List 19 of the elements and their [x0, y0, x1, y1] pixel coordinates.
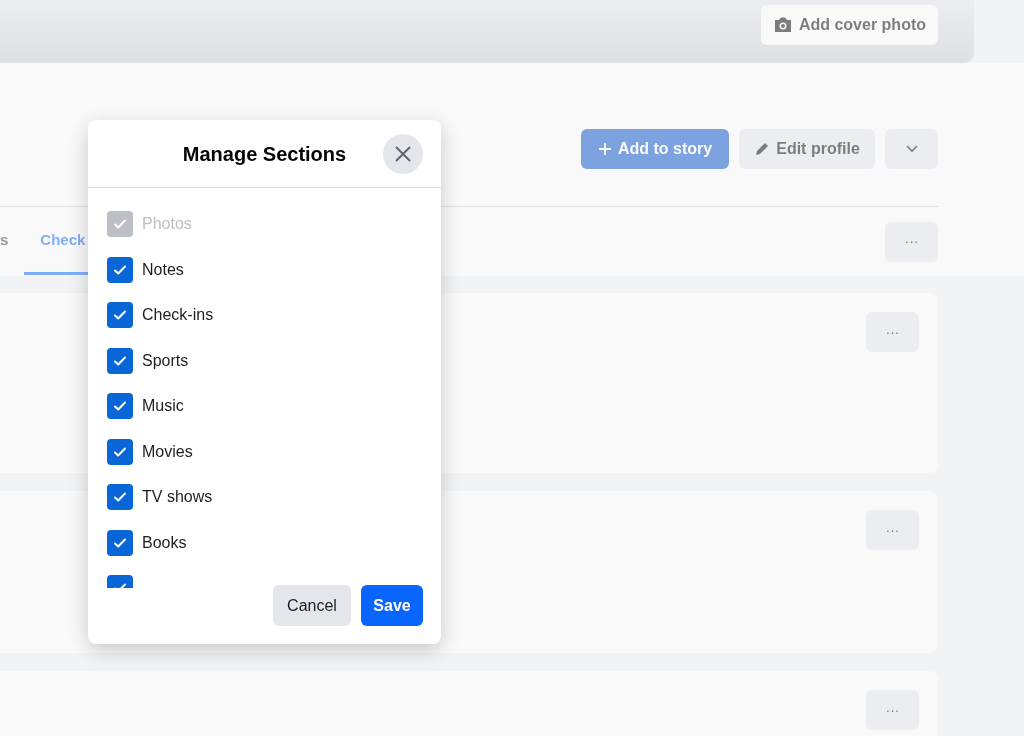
- section-label: Check-ins: [142, 305, 214, 326]
- section-label: Photos: [142, 214, 192, 235]
- more-button[interactable]: ···: [866, 690, 919, 730]
- dialog-title: Manage Sections: [182, 141, 347, 167]
- section-label: TV shows: [142, 487, 213, 508]
- more-button[interactable]: ···: [866, 312, 919, 352]
- edit-profile-button[interactable]: Edit profile: [739, 129, 875, 169]
- section-label: Sports: [142, 350, 189, 371]
- add-cover-photo-button[interactable]: Add cover photo: [760, 5, 938, 45]
- cancel-button[interactable]: Cancel: [273, 585, 351, 626]
- section-label: Movies: [142, 441, 193, 462]
- section-label: Notes: [142, 259, 184, 280]
- save-button[interactable]: Save: [361, 585, 423, 626]
- section-label: Books: [142, 532, 187, 553]
- section-label: Music: [142, 396, 184, 417]
- profile-tab[interactable]: s: [0, 208, 25, 275]
- more-button[interactable]: ···: [885, 221, 938, 262]
- more-button[interactable]: ···: [866, 510, 919, 550]
- add-to-story-button[interactable]: Add to story: [581, 129, 729, 169]
